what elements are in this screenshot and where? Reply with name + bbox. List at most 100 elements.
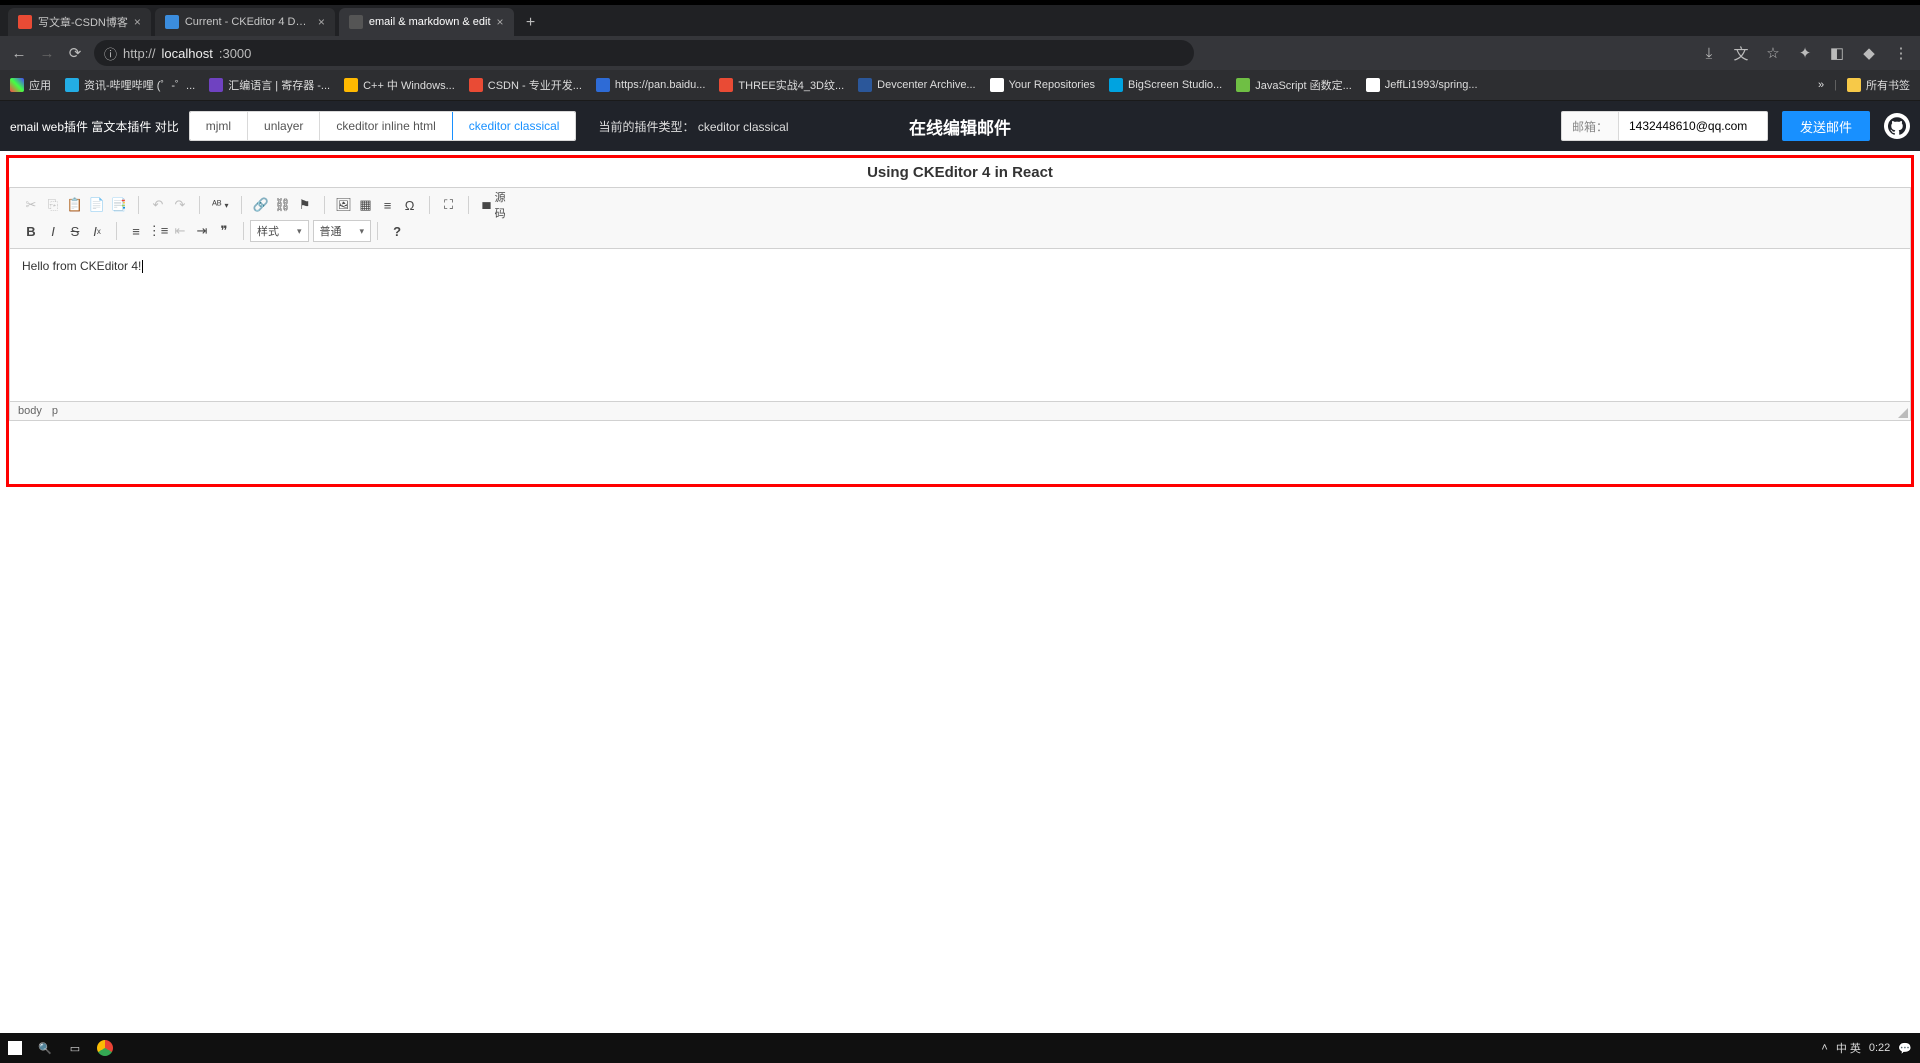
undo-icon[interactable]: ↶ — [148, 195, 168, 215]
removeformat-icon[interactable]: Ix — [87, 221, 107, 241]
bookmark-item[interactable]: JavaScript 函数定... — [1236, 77, 1352, 93]
seg-mjml[interactable]: mjml — [190, 112, 248, 140]
path-body[interactable]: body — [18, 405, 42, 417]
bookmark-item[interactable]: https://pan.baidu... — [596, 78, 706, 92]
source-button[interactable]: 源码 — [477, 195, 510, 215]
bookmark-item[interactable]: CSDN - 专业开发... — [469, 77, 582, 93]
bookmark-star-icon[interactable]: ☆ — [1764, 44, 1782, 62]
anchor-icon[interactable]: ⚑ — [295, 195, 315, 215]
bookmark-item[interactable]: BigScreen Studio... — [1109, 78, 1222, 92]
taskview-icon[interactable]: ▭ — [60, 1033, 90, 1063]
bookmarks-overflow[interactable]: » — [1818, 79, 1824, 91]
extension-slot-icon[interactable]: ◧ — [1828, 44, 1846, 62]
spellcheck-icon[interactable]: ᴬᴮ▾ — [208, 195, 233, 215]
bold-icon[interactable]: B — [21, 221, 41, 241]
apps-button[interactable]: 应用 — [10, 77, 51, 93]
mail-input[interactable] — [1618, 111, 1768, 141]
site-icon — [990, 78, 1004, 92]
outdent-icon[interactable]: ⇤ — [170, 221, 190, 241]
paste-word-icon[interactable]: 📑 — [109, 195, 129, 215]
app-title: 在线编辑邮件 — [909, 114, 1011, 139]
info-icon[interactable]: ⓘ — [104, 44, 117, 63]
italic-icon[interactable]: I — [43, 221, 63, 241]
bookmark-item[interactable]: C++ 中 Windows... — [344, 77, 455, 93]
bookmark-label: Your Repositories — [1009, 79, 1095, 91]
hr-icon[interactable]: ≡ — [378, 195, 398, 215]
table-icon[interactable]: ▦ — [356, 195, 376, 215]
browser-tab-2[interactable]: email & markdown & edit × — [339, 8, 514, 36]
extension-slot-icon[interactable]: ◆ — [1860, 44, 1878, 62]
seg-ckeditor-inline[interactable]: ckeditor inline html — [320, 112, 452, 140]
notifications-icon[interactable]: 💬 — [1898, 1042, 1912, 1055]
browser-tab-0[interactable]: 写文章-CSDN博客 × — [8, 8, 151, 36]
ime-indicator[interactable]: 中 英 — [1836, 1040, 1861, 1056]
clock[interactable]: 0:22 — [1869, 1042, 1890, 1054]
format-combo[interactable]: 普通▾ — [313, 220, 372, 242]
header-left-label: email web插件 富文本插件 对比 — [10, 118, 179, 135]
all-bookmarks-label: 所有书签 — [1866, 77, 1910, 93]
search-icon[interactable]: 🔍 — [30, 1033, 60, 1063]
image-icon[interactable]: 🖼 — [334, 195, 354, 215]
tab-title: Current - CKEditor 4 Documen — [185, 16, 312, 28]
reload-button[interactable]: ⟳ — [66, 44, 84, 62]
send-mail-button[interactable]: 发送邮件 — [1782, 111, 1870, 141]
close-icon[interactable]: × — [497, 15, 504, 29]
forward-button[interactable]: → — [38, 44, 56, 62]
link-icon[interactable]: 🔗 — [251, 195, 271, 215]
bookmark-label: JavaScript 函数定... — [1255, 77, 1352, 93]
paste-text-icon[interactable]: 📄 — [87, 195, 107, 215]
bookmark-item[interactable]: Your Repositories — [990, 78, 1095, 92]
grid-icon — [10, 78, 24, 92]
cut-icon[interactable]: ✂ — [21, 195, 41, 215]
windows-taskbar: 🔍 ▭ ˄ 中 英 0:22 💬 — [0, 1033, 1920, 1063]
site-icon — [469, 78, 483, 92]
ckeditor-elementspath: body p — [10, 401, 1910, 420]
extensions-icon[interactable]: ✦ — [1796, 44, 1814, 62]
translate-icon[interactable]: ⽂ — [1732, 44, 1750, 62]
paste-icon[interactable]: 📋 — [65, 195, 85, 215]
specialchar-icon[interactable]: Ω — [400, 195, 420, 215]
bookmark-item[interactable]: 汇编语言 | 寄存器 -... — [209, 77, 330, 93]
bookmark-item[interactable]: JeffLi1993/spring... — [1366, 78, 1478, 92]
ckeditor-content[interactable]: Hello from CKEditor 4! — [10, 249, 1910, 401]
styles-combo[interactable]: 样式▾ — [250, 220, 309, 242]
bookmark-label: Devcenter Archive... — [877, 79, 975, 91]
bookmark-item[interactable]: THREE实战4_3D纹... — [719, 77, 844, 93]
browser-tab-1[interactable]: Current - CKEditor 4 Documen × — [155, 8, 335, 36]
site-icon — [596, 78, 610, 92]
new-tab-button[interactable]: + — [518, 10, 544, 36]
maximize-icon[interactable]: ⛶ — [439, 195, 459, 215]
redo-icon[interactable]: ↷ — [170, 195, 190, 215]
address-bar[interactable]: ⓘ http://localhost:3000 — [94, 40, 1194, 66]
menu-icon[interactable]: ⋮ — [1892, 44, 1910, 62]
bullist-icon[interactable]: ⋮≡ — [148, 221, 168, 241]
ckeditor: ✂ ⎘ 📋 📄 📑 ↶ ↷ ᴬᴮ▾ 🔗 ⛓ — [9, 187, 1911, 421]
tray-chevron-icon[interactable]: ˄ — [1821, 1042, 1827, 1054]
caret-down-icon: ▾ — [297, 226, 302, 237]
indent-icon[interactable]: ⇥ — [192, 221, 212, 241]
path-p[interactable]: p — [52, 405, 58, 417]
strike-icon[interactable]: S — [65, 221, 85, 241]
apps-label: 应用 — [29, 77, 51, 93]
unlink-icon[interactable]: ⛓ — [273, 195, 293, 215]
bookmark-item[interactable]: Devcenter Archive... — [858, 78, 975, 92]
mail-input-group: 邮箱： — [1561, 111, 1768, 141]
url-prefix: http:// — [123, 46, 156, 61]
close-icon[interactable]: × — [134, 15, 141, 29]
seg-unlayer[interactable]: unlayer — [248, 112, 320, 140]
site-icon — [65, 78, 79, 92]
seg-ckeditor-classical[interactable]: ckeditor classical — [452, 111, 577, 141]
close-icon[interactable]: × — [318, 15, 325, 29]
resize-handle-icon[interactable] — [1898, 408, 1908, 418]
back-button[interactable]: ← — [10, 44, 28, 62]
start-button[interactable] — [0, 1033, 30, 1063]
about-icon[interactable]: ? — [387, 221, 407, 241]
blockquote-icon[interactable]: ❞ — [214, 221, 234, 241]
copy-icon[interactable]: ⎘ — [43, 195, 63, 215]
install-icon[interactable]: ⤓ — [1700, 44, 1718, 62]
numlist-icon[interactable]: ≡ — [126, 221, 146, 241]
all-bookmarks[interactable]: 所有书签 — [1847, 77, 1910, 93]
bookmark-item[interactable]: 资讯-哔哩哔哩 (゜-゜... — [65, 77, 195, 93]
github-icon[interactable] — [1884, 113, 1910, 139]
chrome-taskbar-icon[interactable] — [90, 1033, 120, 1063]
